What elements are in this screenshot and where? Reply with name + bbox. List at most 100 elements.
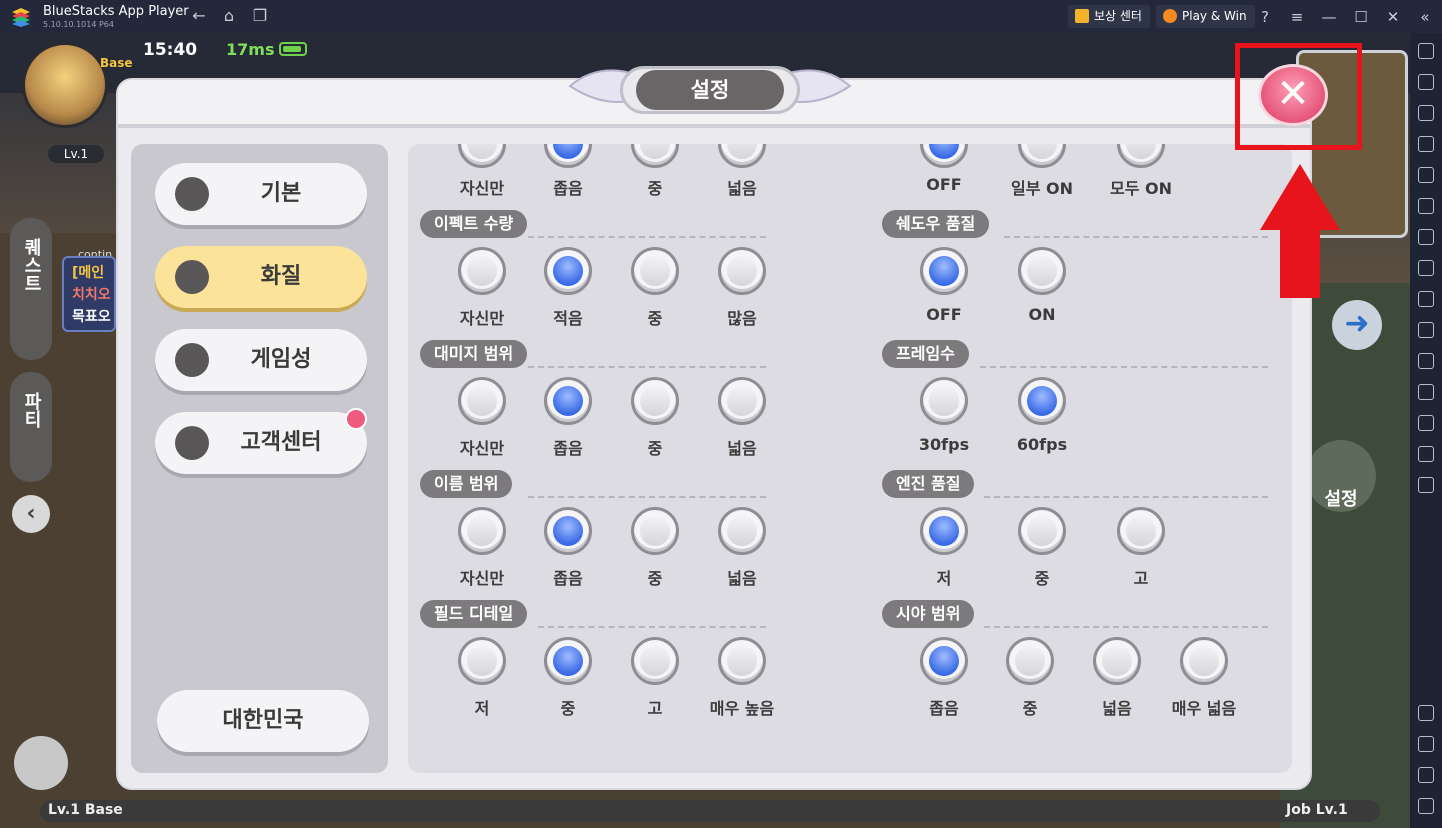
reward-center-button[interactable]: 보상 센터	[1068, 5, 1150, 28]
right-toolbar	[1410, 33, 1442, 828]
maximize-icon[interactable]: ☐	[1350, 6, 1372, 28]
section-divider	[980, 366, 1268, 368]
back-toolbar-icon[interactable]	[1418, 736, 1434, 752]
chat-button[interactable]	[14, 736, 68, 790]
radio-option[interactable]	[718, 507, 766, 555]
radio-option[interactable]	[1018, 507, 1066, 555]
radio-option[interactable]	[631, 377, 679, 425]
radio-option[interactable]	[1018, 377, 1066, 425]
option-label: 적음	[553, 309, 583, 328]
menu-icon[interactable]: ≡	[1286, 6, 1308, 28]
section-title: 이펙트 수량	[420, 210, 528, 238]
radio-option[interactable]	[718, 637, 766, 685]
section-divider	[538, 626, 766, 628]
character-avatar[interactable]	[22, 42, 108, 128]
rotate-icon[interactable]	[1418, 198, 1434, 214]
radio-option[interactable]	[544, 377, 592, 425]
apk-icon[interactable]	[1418, 260, 1434, 276]
volume-icon[interactable]	[1418, 74, 1434, 90]
section-divider	[528, 366, 766, 368]
media-icon[interactable]	[1418, 105, 1434, 121]
radio-option[interactable]	[920, 144, 968, 168]
option-label: ON	[1028, 305, 1056, 324]
radio-option[interactable]	[458, 637, 506, 685]
help-icon[interactable]: ?	[1254, 6, 1276, 28]
country-button[interactable]: 대한민국	[157, 690, 369, 752]
section-title: 프레임수	[882, 340, 969, 368]
radio-option[interactable]	[458, 377, 506, 425]
app-version: 5.10.10.1014 P64	[43, 20, 114, 29]
option-label: 자신만	[459, 439, 505, 458]
radio-option[interactable]	[1117, 144, 1165, 168]
collapse-left-button[interactable]: ‹	[12, 495, 50, 533]
recents-toolbar-icon[interactable]	[1418, 798, 1434, 814]
radio-option[interactable]	[544, 507, 592, 555]
minimize-icon[interactable]: —	[1318, 6, 1340, 28]
radio-option[interactable]	[1018, 144, 1066, 168]
radio-option[interactable]	[544, 247, 592, 295]
screenshot-icon[interactable]	[1418, 291, 1434, 307]
option-label: 넓음	[1102, 699, 1132, 718]
dialog-title: 설정	[636, 70, 784, 110]
collapse-sidebar-icon[interactable]: «	[1414, 6, 1436, 28]
radio-option[interactable]	[920, 507, 968, 555]
side-setting-button[interactable]: 설정	[1306, 440, 1376, 512]
section-title: 대미지 범위	[420, 340, 528, 368]
radio-option[interactable]	[1018, 247, 1066, 295]
quest-text-box[interactable]: [메인 치치오 목표오	[62, 256, 116, 332]
radio-option[interactable]	[631, 507, 679, 555]
gear-toolbar-icon[interactable]	[1418, 705, 1434, 721]
radio-option[interactable]	[1117, 507, 1165, 555]
radio-option[interactable]	[1006, 637, 1054, 685]
highlight-box	[1235, 43, 1362, 150]
option-label: 중	[647, 309, 663, 328]
character-level: Lv.1	[48, 145, 104, 163]
next-arrow-button[interactable]: ➜	[1332, 300, 1382, 350]
folder-icon[interactable]	[1418, 322, 1434, 338]
nav-gameplay-button[interactable]: 게임성	[155, 329, 367, 391]
radio-option[interactable]	[1180, 637, 1228, 685]
radio-option[interactable]	[718, 247, 766, 295]
radio-option[interactable]	[920, 247, 968, 295]
party-tab[interactable]: 파티	[10, 372, 52, 482]
quest-tab[interactable]: 퀘스트	[10, 218, 52, 360]
gamepad-toolbar-icon[interactable]	[1418, 229, 1434, 245]
option-label: 좁음	[929, 699, 959, 718]
radio-option[interactable]	[544, 144, 592, 168]
radio-option[interactable]	[631, 247, 679, 295]
settings-toolbar-icon[interactable]	[1418, 43, 1434, 59]
layers-icon[interactable]	[1418, 446, 1434, 462]
radio-option[interactable]	[718, 144, 766, 168]
party-tab-label: 파티	[21, 392, 42, 428]
play-win-button[interactable]: Play & Win	[1156, 5, 1255, 28]
home-toolbar-icon[interactable]	[1418, 767, 1434, 783]
nav-support-button[interactable]: 고객센터	[155, 412, 367, 474]
quest-line: 치치오	[72, 287, 111, 303]
nav-basic-button[interactable]: 기본	[155, 163, 367, 225]
back-icon[interactable]: ←	[189, 6, 209, 26]
home-icon[interactable]: ⌂	[219, 6, 239, 26]
red-up-arrow-icon	[1260, 164, 1340, 298]
nav-graphics-button[interactable]: 화질	[155, 246, 367, 308]
radio-option[interactable]	[1093, 637, 1141, 685]
keyboard-icon[interactable]	[1418, 136, 1434, 152]
radio-option[interactable]	[458, 144, 506, 168]
record-icon[interactable]	[1418, 167, 1434, 183]
multi-instance-icon[interactable]	[1418, 353, 1434, 369]
quest-tab-label: 퀘스트	[21, 238, 42, 292]
radio-option[interactable]	[631, 144, 679, 168]
radio-option[interactable]	[458, 507, 506, 555]
option-label: 많음	[727, 309, 757, 328]
close-window-icon[interactable]: ✕	[1382, 6, 1404, 28]
eraser-icon[interactable]	[1418, 384, 1434, 400]
radio-option[interactable]	[920, 377, 968, 425]
speed-icon[interactable]	[1418, 477, 1434, 493]
radio-option[interactable]	[544, 637, 592, 685]
radio-option[interactable]	[458, 247, 506, 295]
radio-option[interactable]	[718, 377, 766, 425]
radio-option[interactable]	[631, 637, 679, 685]
location-icon[interactable]	[1418, 415, 1434, 431]
bluestacks-logo-icon	[12, 8, 30, 27]
radio-option[interactable]	[920, 637, 968, 685]
multi-window-icon[interactable]: ❐	[250, 6, 270, 26]
